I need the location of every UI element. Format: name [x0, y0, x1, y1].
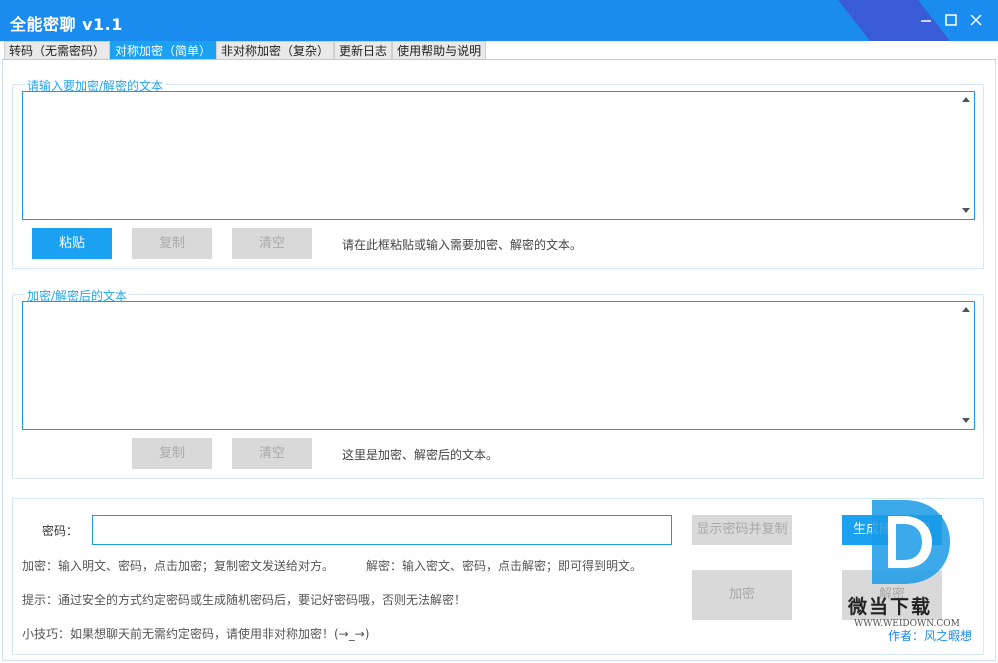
clear-output-button[interactable]: 清空: [232, 438, 312, 469]
password-label: 密码：: [42, 524, 79, 538]
watermark: 微当下载 WWW.WEIDOWN.COM: [844, 494, 962, 634]
maximize-icon: [945, 14, 957, 26]
copy-output-button[interactable]: 复制: [132, 438, 212, 469]
scroll-up-icon[interactable]: [962, 307, 970, 312]
scroll-down-icon[interactable]: [962, 418, 970, 423]
encrypt-button[interactable]: 加密: [692, 570, 792, 620]
scroll-down-icon[interactable]: [962, 208, 970, 213]
output-textarea[interactable]: [22, 301, 975, 430]
maximize-button[interactable]: [941, 10, 961, 30]
scroll-up-icon[interactable]: [962, 97, 970, 102]
clear-input-button[interactable]: 清空: [232, 228, 312, 259]
tip-text: 提示：通过安全的方式约定密码或生成随机密码后，要记好密码哦，否则无法解密！: [22, 593, 467, 607]
input-hint: 请在此框粘贴或输入需要加密、解密的文本。: [342, 238, 583, 252]
minimize-button[interactable]: [916, 10, 936, 30]
title-bar: 全能密聊 v1.1: [0, 0, 998, 41]
watermark-url: WWW.WEIDOWN.COM: [854, 619, 960, 629]
trick-text: 小技巧：如果想聊天前无需约定密码，请使用非对称加密！(→_→): [22, 627, 370, 641]
tab-asymmetric[interactable]: 非对称加密（复杂）: [216, 41, 335, 60]
weidown-logo-icon: [872, 500, 950, 584]
decrypt-instruction: 解密：输入密文、密码，点击解密；即可得到明文。: [366, 559, 643, 573]
password-input[interactable]: [92, 515, 672, 545]
encrypt-instruction: 加密：输入明文、密码，点击加密；复制密文发送给对方。: [22, 559, 335, 573]
tab-help[interactable]: 使用帮助与说明: [392, 41, 487, 60]
watermark-name: 微当下载: [848, 596, 933, 618]
tab-bar: 转码（无需密码） 对称加密（简单） 非对称加密（复杂） 更新日志 使用帮助与说明: [4, 41, 487, 60]
show-copy-password-button[interactable]: 显示密码并复制: [692, 515, 792, 545]
input-textarea[interactable]: [22, 91, 975, 220]
close-button[interactable]: [966, 10, 986, 30]
input-scrollbar[interactable]: [957, 92, 974, 219]
tab-changelog[interactable]: 更新日志: [334, 41, 393, 60]
window-title: 全能密聊 v1.1: [10, 15, 123, 34]
minimize-icon: [921, 20, 931, 22]
tab-transcode[interactable]: 转码（无需密码）: [4, 41, 111, 60]
tab-symmetric[interactable]: 对称加密（简单）: [110, 41, 217, 60]
close-icon: [970, 14, 982, 26]
output-hint: 这里是加密、解密后的文本。: [342, 448, 499, 462]
paste-button[interactable]: 粘贴: [32, 228, 112, 259]
output-scrollbar[interactable]: [957, 302, 974, 429]
copy-input-button[interactable]: 复制: [132, 228, 212, 259]
